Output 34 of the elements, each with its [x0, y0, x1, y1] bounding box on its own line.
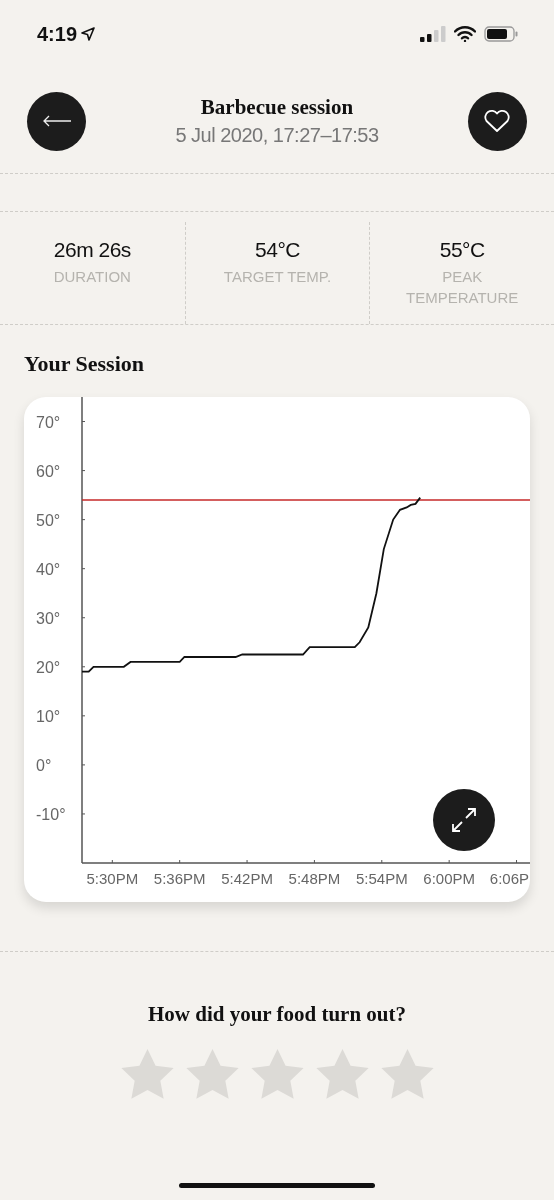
axis-label: 20°: [36, 658, 61, 676]
battery-icon: [484, 26, 518, 42]
session-title: Barbecue session: [200, 95, 354, 120]
stat-value: 55°C: [439, 238, 485, 262]
expand-icon: [449, 805, 479, 835]
axis-label: 40°: [36, 560, 61, 578]
axis-label: 5:36PM: [153, 870, 206, 887]
axis-label: 5:48PM: [288, 870, 341, 887]
axis-label: 10°: [36, 707, 61, 725]
axis-label: 0°: [36, 756, 52, 774]
axis-label: 70°: [36, 413, 61, 431]
axis-label: 60°: [36, 462, 61, 480]
location-icon: [81, 27, 96, 41]
status-time: 4:19: [37, 22, 78, 46]
stat-label: PEAK TEMPERATURE: [405, 267, 520, 308]
axis-label: 6:00PM: [423, 870, 475, 887]
axis-label: 5:54PM: [355, 870, 408, 887]
signal-icon: [420, 26, 446, 42]
axis-label: 6:06P: [489, 870, 529, 887]
back-arrow-icon: [41, 115, 72, 127]
session-date: 5 Jul 2020, 17:27–17:53: [175, 124, 379, 147]
rating-question: How did your food turn out?: [147, 1002, 407, 1027]
stat-label: TARGET TEMP.: [222, 267, 333, 287]
section-heading: Your Session: [24, 351, 146, 377]
wifi-icon: [454, 26, 476, 42]
stat-label: DURATION: [52, 267, 132, 287]
axis-label: 5:30PM: [86, 870, 139, 887]
axis-label: 50°: [36, 511, 61, 529]
axis-label: 30°: [36, 609, 61, 627]
stat-value: 26m 26s: [53, 238, 131, 262]
heart-icon: [483, 109, 512, 133]
axis-label: -10°: [36, 805, 66, 823]
axis-label: 5:42PM: [221, 870, 273, 887]
stat-value: 54°C: [255, 238, 300, 262]
